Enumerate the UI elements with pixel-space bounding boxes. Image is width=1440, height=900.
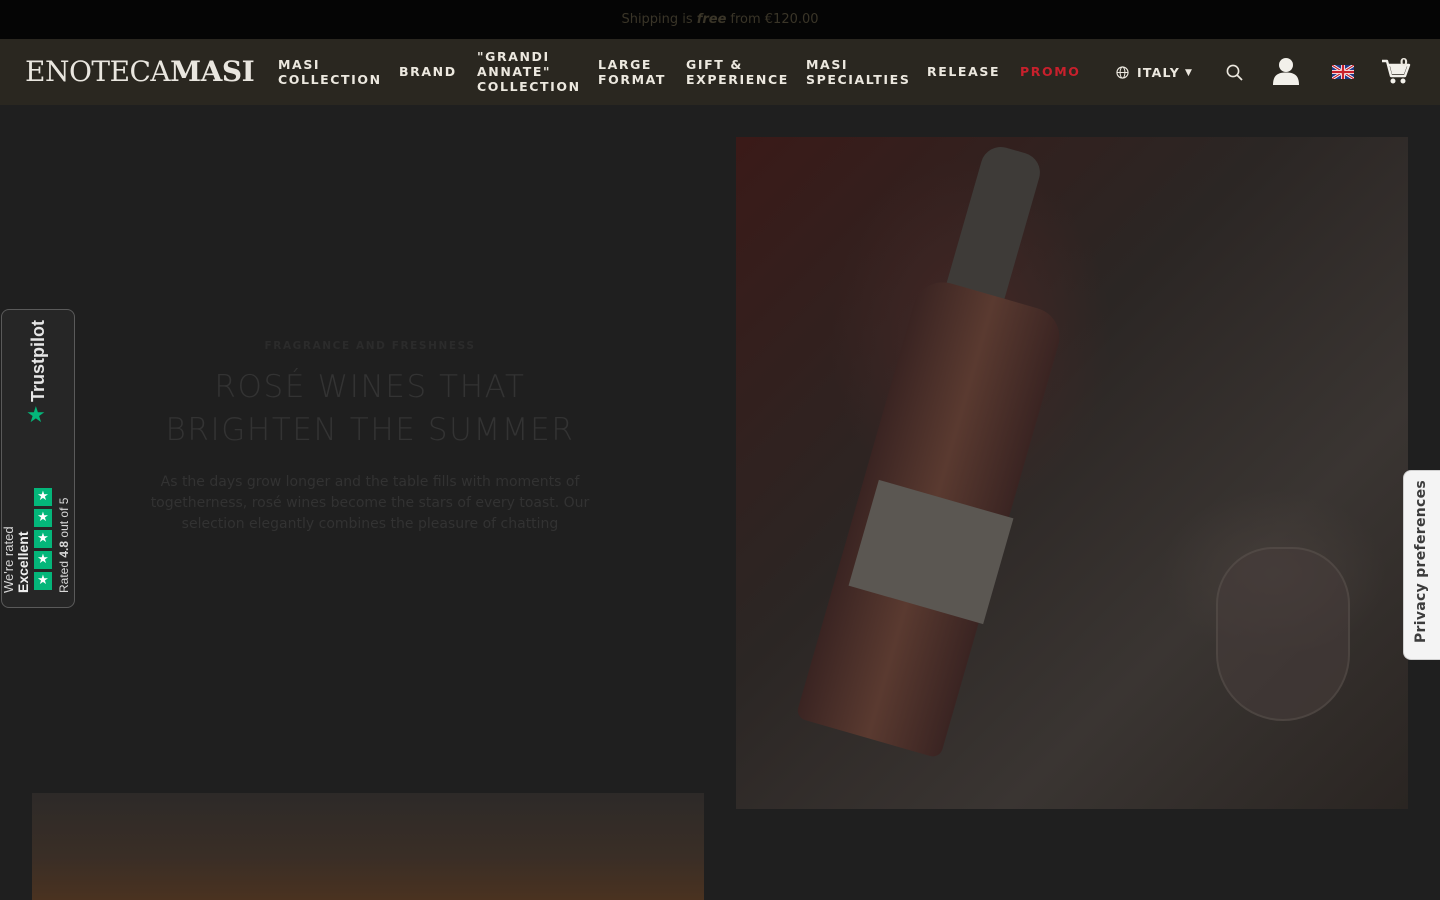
announcement-suffix: from €120.00: [730, 12, 819, 27]
star-icon: ★: [34, 488, 52, 506]
trustpilot-rating-text: Rated 4.8 out of 5: [57, 498, 71, 593]
globe-icon: [1116, 66, 1129, 79]
chevron-down-icon: ▼: [1184, 67, 1194, 78]
wine-glass-shape: [1216, 547, 1350, 721]
logo[interactable]: ENOTECAMASI: [25, 55, 255, 89]
nav-brand[interactable]: BRAND: [399, 64, 457, 79]
hero-text-block: FRAGRANCE AND FRESHNESS ROSÉ WINES THAT …: [150, 340, 590, 535]
secondary-image: [32, 793, 704, 900]
star-icon: ★: [34, 572, 52, 590]
rating-prefix: Rated: [57, 560, 71, 593]
uk-flag-icon[interactable]: [1332, 65, 1354, 79]
trustpilot-stars: ★ ★ ★ ★ ★: [34, 488, 52, 592]
cart-count-badge: 0: [1400, 56, 1408, 69]
nav-grandi-annate-collection[interactable]: "GRANDI ANNATE" COLLECTION: [477, 49, 581, 94]
logo-thin: ENOTECA: [25, 55, 171, 88]
trustpilot-line2: Excellent: [15, 531, 31, 593]
rating-value: 4.8: [57, 540, 71, 558]
country-label: ITALY: [1137, 65, 1180, 80]
nav-masi-collection[interactable]: MASI COLLECTION: [278, 57, 382, 87]
logo-bold: MASI: [170, 55, 255, 88]
hero-description: As the days grow longer and the table fi…: [150, 474, 590, 532]
country-selector[interactable]: ITALY ▼: [1116, 65, 1193, 80]
announcement-emphasis: free: [696, 12, 727, 27]
hero-image: [736, 137, 1408, 809]
nav-release[interactable]: RELEASE: [927, 64, 1000, 79]
privacy-preferences-tab[interactable]: Privacy preferences: [1403, 470, 1440, 660]
search-icon[interactable]: [1226, 64, 1243, 81]
hero-kicker: FRAGRANCE AND FRESHNESS: [264, 340, 476, 352]
star-icon: ★: [34, 509, 52, 527]
announcement-bar: Shipping is free from €120.00: [0, 0, 1440, 39]
nav-masi-specialties[interactable]: MASI SPECIALTIES: [806, 57, 910, 87]
nav-gift-experience[interactable]: GIFT & EXPERIENCE: [686, 57, 789, 87]
announcement-prefix: Shipping is: [621, 12, 693, 27]
site-header: ENOTECAMASI MASI COLLECTION BRAND "GRAND…: [0, 39, 1440, 105]
nav-large-format[interactable]: LARGE FORMAT: [598, 57, 666, 87]
nav-promo[interactable]: PROMO: [1020, 64, 1080, 79]
star-icon: ★: [34, 530, 52, 548]
trustpilot-logo-star-icon: ★: [26, 403, 46, 428]
star-icon: ★: [34, 551, 52, 569]
rating-suffix: out of 5: [57, 497, 71, 538]
privacy-preferences-label: Privacy preferences: [1413, 479, 1429, 643]
trustpilot-line1: We're rated: [1, 526, 16, 593]
user-icon[interactable]: [1272, 57, 1300, 86]
hero-title: ROSÉ WINES THAT BRIGHTEN THE SUMMER: [165, 369, 575, 448]
